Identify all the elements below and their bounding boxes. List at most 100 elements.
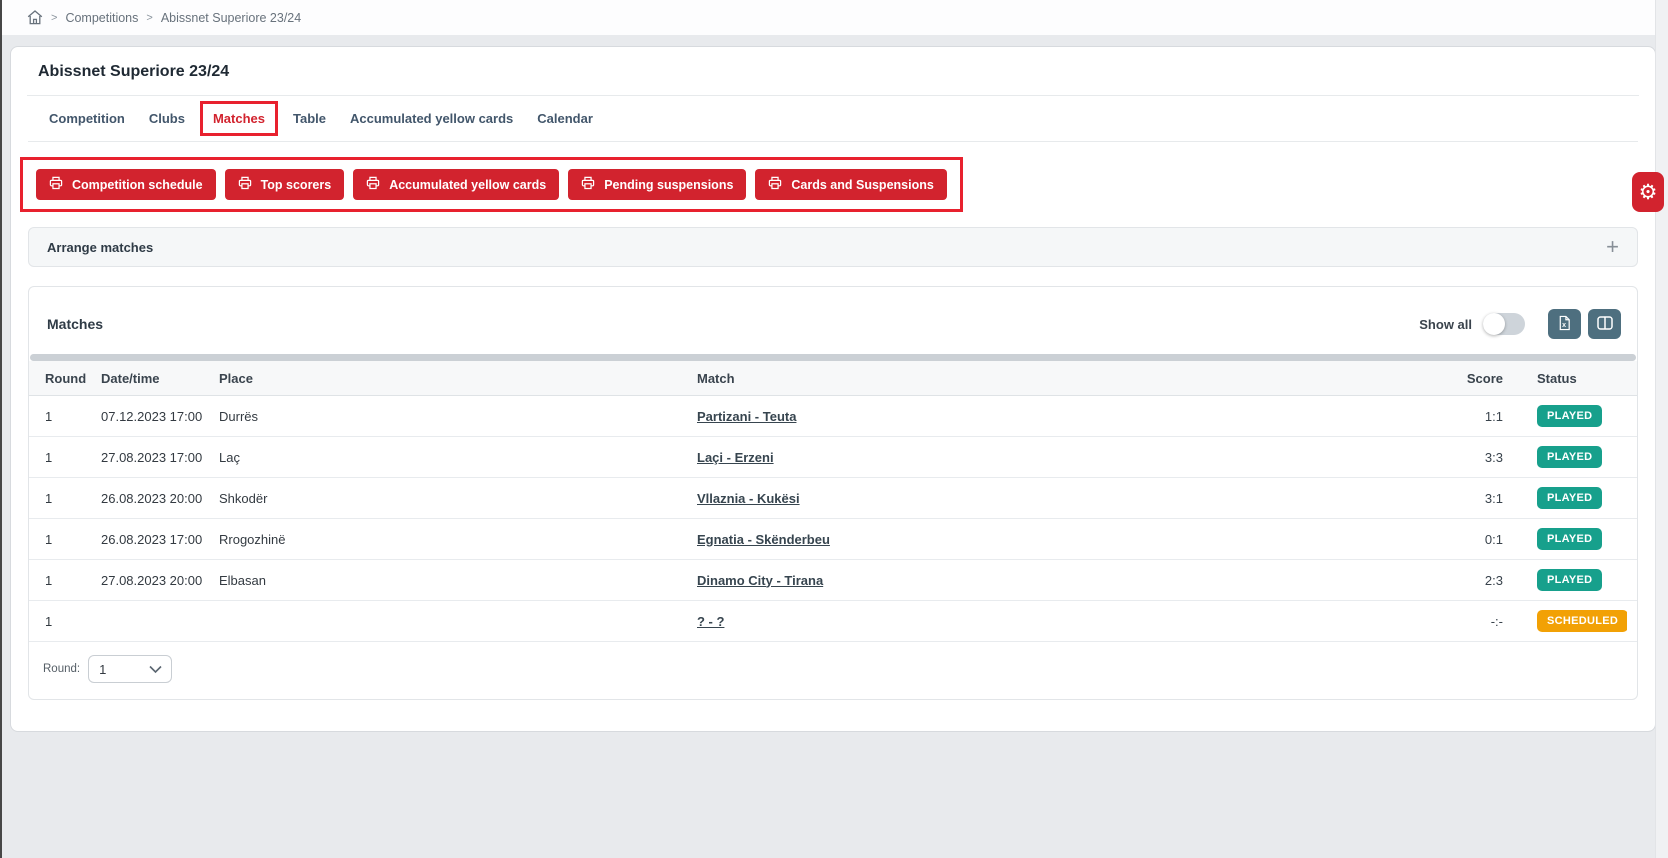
matches-table-body: 1 07.12.2023 17:00 Durrës Partizani - Te… <box>29 396 1637 642</box>
gear-icon: ⚙︎ <box>1639 180 1658 204</box>
tab-bar: Competition Clubs Matches Table Accumula… <box>28 96 1638 142</box>
breadcrumb-separator: > <box>51 12 57 24</box>
columns-view-button[interactable] <box>1588 309 1621 339</box>
home-icon[interactable] <box>27 10 43 25</box>
cell-match: Laçi - Erzeni <box>693 450 1425 465</box>
columns-icon <box>1597 316 1613 333</box>
settings-fab[interactable]: ⚙︎ <box>1632 172 1664 212</box>
tab-accumulated-yellow-cards[interactable]: Accumulated yellow cards <box>338 99 525 138</box>
table-row: 1 26.08.2023 17:00 Rrogozhinë Egnatia - … <box>29 519 1637 560</box>
expand-plus-icon[interactable]: + <box>1606 236 1619 258</box>
status-badge: PLAYED <box>1537 569 1602 591</box>
cell-match: Egnatia - Skënderbeu <box>693 532 1425 547</box>
status-badge: PLAYED <box>1537 405 1602 427</box>
printer-icon <box>366 176 380 193</box>
cell-place: Shkodër <box>215 491 693 506</box>
page-vertical-scrollbar[interactable] <box>1655 0 1668 858</box>
export-file-button[interactable]: x <box>1548 309 1581 339</box>
match-link[interactable]: Partizani - Teuta <box>697 409 796 424</box>
header-score: Score <box>1425 371 1507 386</box>
match-link[interactable]: Egnatia - Skënderbeu <box>697 532 830 547</box>
round-select[interactable]: 1 <box>88 655 172 683</box>
match-link[interactable]: Vllaznia - Kukësi <box>697 491 800 506</box>
cell-round: 1 <box>41 573 97 588</box>
cell-round: 1 <box>41 450 97 465</box>
arrange-matches-title: Arrange matches <box>47 240 153 255</box>
competition-schedule-button[interactable]: Competition schedule <box>36 169 216 200</box>
cell-status: PLAYED <box>1507 487 1627 509</box>
table-row: 1 27.08.2023 17:00 Laç Laçi - Erzeni 3:3… <box>29 437 1637 478</box>
arrange-matches-accordion[interactable]: Arrange matches + <box>28 227 1638 267</box>
breadcrumb: > Competitions > Abissnet Superiore 23/2… <box>27 10 301 25</box>
tab-calendar[interactable]: Calendar <box>525 99 605 138</box>
table-row: 1 ? - ? -:- SCHEDULED <box>29 601 1637 642</box>
cell-place: Durrës <box>215 409 693 424</box>
show-all-label: Show all <box>1419 317 1472 332</box>
cell-datetime: 26.08.2023 20:00 <box>97 491 215 506</box>
cell-datetime: 07.12.2023 17:00 <box>97 409 215 424</box>
pending-suspensions-button[interactable]: Pending suspensions <box>568 169 746 200</box>
cell-score: 2:3 <box>1425 573 1507 588</box>
table-horizontal-scrollbar[interactable] <box>30 354 1636 361</box>
header-match: Match <box>693 371 1425 386</box>
cell-round: 1 <box>41 614 97 629</box>
breadcrumb-bar: > Competitions > Abissnet Superiore 23/2… <box>0 0 1668 35</box>
match-link[interactable]: Laçi - Erzeni <box>697 450 774 465</box>
table-footer: Round: 1 <box>29 642 1637 683</box>
tab-clubs[interactable]: Clubs <box>137 99 197 138</box>
chevron-down-icon <box>149 662 162 677</box>
cell-match: Partizani - Teuta <box>693 409 1425 424</box>
breadcrumb-separator: > <box>146 12 152 24</box>
print-buttons-row: Competition schedule Top scorers Accumul… <box>20 157 1638 212</box>
cell-status: PLAYED <box>1507 405 1627 427</box>
table-row: 1 07.12.2023 17:00 Durrës Partizani - Te… <box>29 396 1637 437</box>
status-badge: PLAYED <box>1537 446 1602 468</box>
tab-matches[interactable]: Matches <box>200 101 278 136</box>
page-title: Abissnet Superiore 23/24 <box>28 47 1638 95</box>
round-label: Round: <box>43 663 80 675</box>
cell-place: Rrogozhinë <box>215 532 693 547</box>
cell-datetime: 27.08.2023 20:00 <box>97 573 215 588</box>
match-link[interactable]: ? - ? <box>697 614 724 629</box>
status-badge: PLAYED <box>1537 487 1602 509</box>
accumulated-yellow-cards-button[interactable]: Accumulated yellow cards <box>353 169 559 200</box>
top-scorers-button[interactable]: Top scorers <box>225 169 345 200</box>
tab-table[interactable]: Table <box>281 99 338 138</box>
printer-icon <box>581 176 595 193</box>
cell-round: 1 <box>41 491 97 506</box>
header-round: Round <box>41 371 97 386</box>
table-row: 1 27.08.2023 20:00 Elbasan Dinamo City -… <box>29 560 1637 601</box>
printer-icon <box>238 176 252 193</box>
annotation-highlight-print-buttons: Competition schedule Top scorers Accumul… <box>20 157 963 212</box>
header-place: Place <box>215 371 693 386</box>
cards-and-suspensions-button[interactable]: Cards and Suspensions <box>755 169 946 200</box>
cell-datetime: 27.08.2023 17:00 <box>97 450 215 465</box>
toggle-knob <box>1483 313 1505 335</box>
breadcrumb-current: Abissnet Superiore 23/24 <box>161 11 301 25</box>
competition-card: Abissnet Superiore 23/24 Competition Clu… <box>10 46 1656 732</box>
cell-score: 3:3 <box>1425 450 1507 465</box>
matches-title: Matches <box>47 316 103 332</box>
header-datetime: Date/time <box>97 371 215 386</box>
breadcrumb-link-competitions[interactable]: Competitions <box>65 11 138 25</box>
cell-score: 1:1 <box>1425 409 1507 424</box>
tab-competition[interactable]: Competition <box>37 99 137 138</box>
svg-text:x: x <box>1562 321 1566 328</box>
app-viewport: > Competitions > Abissnet Superiore 23/2… <box>0 0 1668 858</box>
cell-status: PLAYED <box>1507 446 1627 468</box>
cell-round: 1 <box>41 409 97 424</box>
printer-icon <box>768 176 782 193</box>
round-select-value: 1 <box>99 662 106 677</box>
cell-score: -:- <box>1425 614 1507 629</box>
cell-round: 1 <box>41 532 97 547</box>
cell-match: ? - ? <box>693 614 1425 629</box>
matches-controls: Show all x <box>1419 309 1621 339</box>
file-export-icon: x <box>1557 315 1572 334</box>
cell-status: PLAYED <box>1507 569 1627 591</box>
cell-match: Vllaznia - Kukësi <box>693 491 1425 506</box>
show-all-toggle[interactable] <box>1483 313 1525 335</box>
match-link[interactable]: Dinamo City - Tirana <box>697 573 823 588</box>
status-badge: SCHEDULED <box>1537 610 1627 632</box>
matches-panel: Matches Show all x <box>28 286 1638 700</box>
table-row: 1 26.08.2023 20:00 Shkodër Vllaznia - Ku… <box>29 478 1637 519</box>
